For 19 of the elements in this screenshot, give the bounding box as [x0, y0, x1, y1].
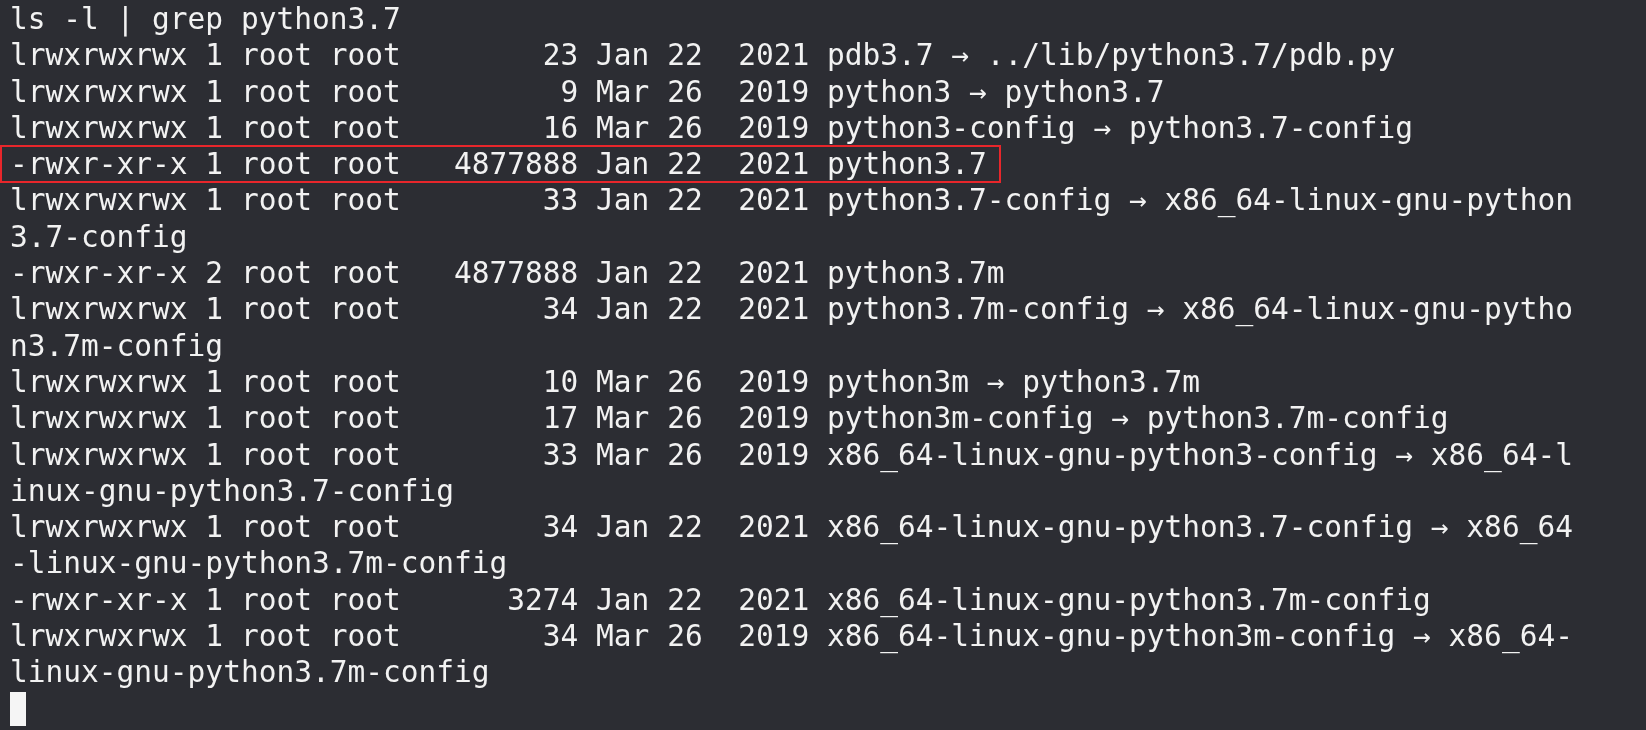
cursor — [10, 691, 26, 726]
terminal-line: lrwxrwxrwx 1 root root 17 Mar 26 2019 python3m-config → python3.7m-config — [9, 400, 1450, 438]
terminal-line: linux-gnu-python3.7m-config — [9, 654, 491, 692]
terminal-line: -rwxr-xr-x 2 root root 4877888 Jan 22 2021 python3.7m — [9, 255, 1006, 293]
terminal-line: n3.7m-config — [9, 327, 225, 365]
terminal-line: lrwxrwxrwx 1 root root 23 Jan 22 2021 pdb3.7 → ../lib/python3.7/pdb.py — [9, 37, 1397, 75]
terminal-line: lrwxrwxrwx 1 root root 10 Mar 26 2019 python3m → python3.7m — [9, 363, 1201, 401]
terminal-line: lrwxrwxrwx 1 root root 33 Jan 22 2021 python3.7-config → x86_64-linux-gnu-python — [9, 182, 1574, 220]
terminal-line: ls -l | grep python3.7 — [9, 1, 402, 38]
terminal-line: inux-gnu-python3.7-config — [9, 472, 455, 510]
terminal-line: -rwxr-xr-x 1 root root 3274 Jan 22 2021 x86_64-linux-gnu-python3.7m-config — [9, 581, 1432, 619]
terminal-line: lrwxrwxrwx 1 root root 34 Mar 26 2019 x86_64-linux-gnu-python3m-config → x86_64- — [9, 618, 1574, 656]
terminal-line: lrwxrwxrwx 1 root root 16 Mar 26 2019 python3-config → python3.7-config — [9, 109, 1415, 147]
terminal-line: lrwxrwxrwx 1 root root 34 Jan 22 2021 python3.7m-config → x86_64-linux-gnu-pytho — [9, 291, 1574, 329]
terminal-line: lrwxrwxrwx 1 root root 33 Mar 26 2019 x86_64-linux-gnu-python3-config → x86_64-l — [9, 436, 1574, 474]
terminal-line: lrwxrwxrwx 1 root root 34 Jan 22 2021 x86_64-linux-gnu-python3.7-config → x86_64 — [9, 509, 1574, 547]
terminal-line: lrwxrwxrwx 1 root root 9 Mar 26 2019 python3 → python3.7 — [9, 73, 1166, 111]
terminal-line: 3.7-config — [9, 218, 189, 256]
terminal-line: -linux-gnu-python3.7m-config — [9, 545, 509, 583]
